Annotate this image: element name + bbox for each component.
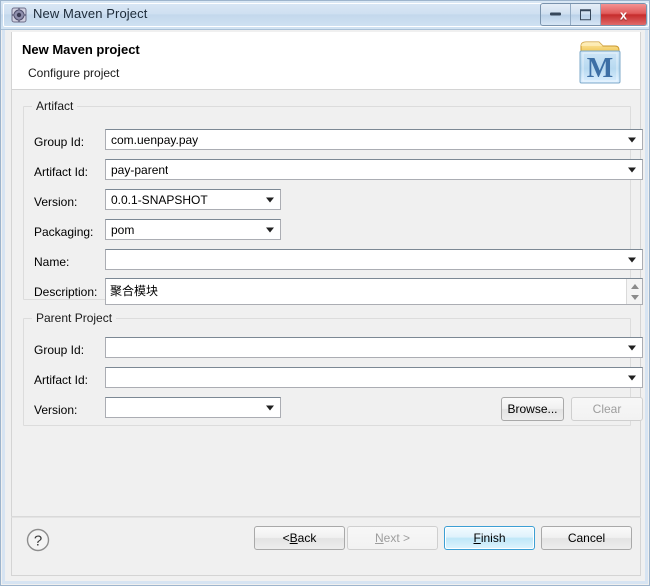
window-controls: x [540,3,647,26]
chevron-down-icon[interactable] [266,405,274,410]
chevron-down-icon[interactable] [628,137,636,142]
parent-version-label: Version: [34,403,78,417]
cancel-button[interactable]: Cancel [541,526,632,550]
parent-group-id-label: Group Id: [34,343,85,357]
artifact-description-value: 聚合模块 [110,284,159,298]
artifact-group-id-combo[interactable]: com.uenpay.pay [105,129,643,150]
maximize-icon [571,8,600,20]
close-icon: x [619,7,628,22]
finish-label-post: inish [480,531,506,545]
wizard-header: New Maven project Configure project M [11,32,641,90]
artifact-artifact-id-label: Artifact Id: [34,165,89,179]
chevron-down-icon[interactable] [628,375,636,380]
next-button: Next > [347,526,438,550]
artifact-group-legend: Artifact [32,99,78,113]
description-scrollbar[interactable] [626,279,642,304]
minimize-button[interactable] [541,4,571,25]
minimize-icon [541,9,570,20]
page-subtitle: Configure project [28,66,120,80]
finish-button[interactable]: Finish [444,526,535,550]
artifact-name-combo[interactable] [105,249,643,270]
clear-button: Clear [571,397,643,421]
artifact-packaging-label: Packaging: [34,225,94,239]
window-title: New Maven Project [33,6,148,21]
parent-artifact-id-combo[interactable] [105,367,643,388]
back-label-pre: < [282,531,290,545]
artifact-description-textarea[interactable]: 聚合模块 [105,278,643,305]
chevron-down-icon[interactable] [628,257,636,262]
back-label-post: ack [297,531,317,545]
artifact-version-combo[interactable]: 0.0.1-SNAPSHOT [105,189,281,210]
parent-project-group-legend: Parent Project [32,311,117,325]
chevron-down-icon[interactable] [266,227,274,232]
artifact-artifact-id-value: pay-parent [111,162,169,177]
artifact-version-label: Version: [34,195,78,209]
browse-button[interactable]: Browse... [501,397,564,421]
artifact-version-value: 0.0.1-SNAPSHOT [111,192,208,207]
artifact-packaging-combo[interactable]: pom [105,219,281,240]
artifact-group-id-value: com.uenpay.pay [111,132,199,147]
help-button[interactable]: ? [25,527,51,553]
close-button[interactable]: x [601,4,646,25]
scroll-down-icon[interactable] [627,291,642,303]
chevron-down-icon[interactable] [628,345,636,350]
next-label-mnemonic: N [374,531,384,545]
back-button[interactable]: < Back [254,526,345,550]
svg-text:M: M [587,53,613,84]
maven-wizard-icon [11,7,27,23]
wizard-footer: ? < Back Next > Finish Cancel [11,517,641,576]
chevron-down-icon[interactable] [266,197,274,202]
new-maven-project-dialog: New Maven Project x New Maven project Co… [0,0,650,586]
page-title: New Maven project [22,42,140,57]
finish-label-mnemonic: F [473,531,481,545]
parent-artifact-id-label: Artifact Id: [34,373,89,387]
chevron-down-icon[interactable] [628,167,636,172]
maximize-button[interactable] [571,4,601,25]
artifact-group-id-label: Group Id: [34,135,85,149]
parent-version-combo[interactable] [105,397,281,418]
title-bar[interactable]: New Maven Project x [1,1,649,30]
parent-group-id-combo[interactable] [105,337,643,358]
wizard-content: Artifact Group Id: com.uenpay.pay Artifa… [11,90,643,549]
next-label-post: ext > [383,531,411,545]
back-label-mnemonic: B [289,531,298,545]
maven-project-icon: M [572,37,628,87]
artifact-name-label: Name: [34,255,70,269]
svg-text:?: ? [34,533,42,550]
artifact-artifact-id-combo[interactable]: pay-parent [105,159,643,180]
artifact-description-label: Description: [34,285,98,299]
artifact-packaging-value: pom [111,222,135,237]
